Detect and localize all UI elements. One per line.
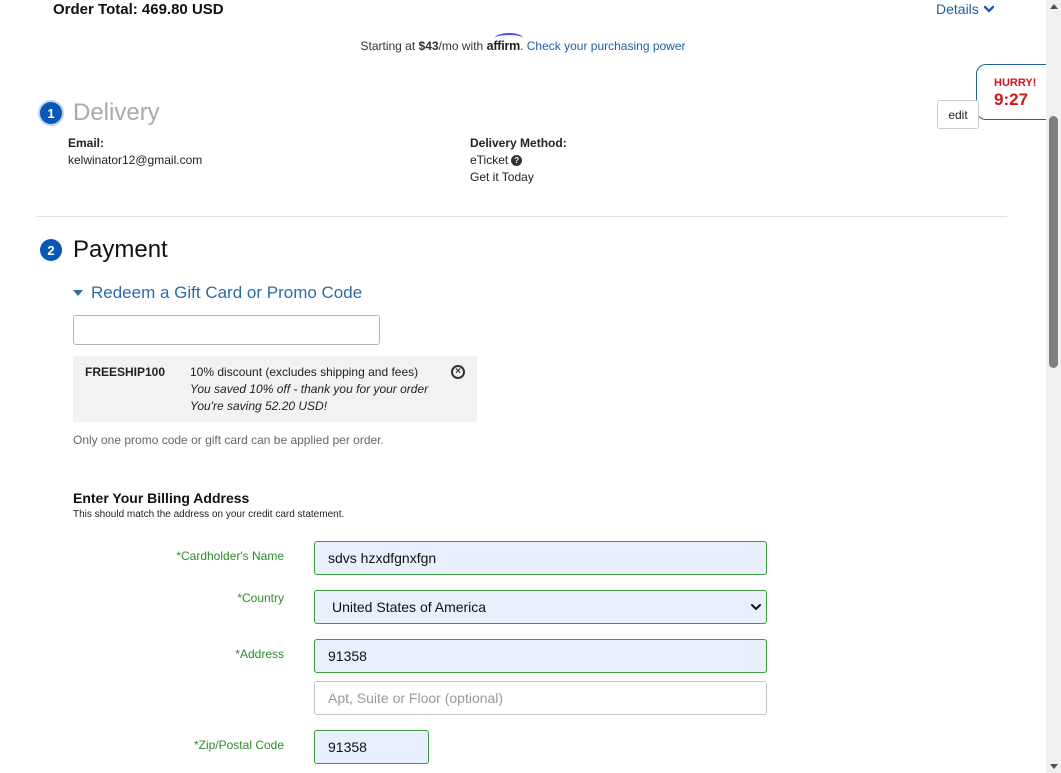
promo-note: Only one promo code or gift card can be … (73, 433, 384, 447)
chevron-down-icon (983, 5, 994, 13)
affirm-promo-line: Starting at $43/mo with affirm. Check yo… (0, 33, 1046, 53)
details-link[interactable]: Details (936, 1, 995, 17)
promo-saved-text: You saved 10% off - thank you for your o… (190, 382, 429, 396)
cardholder-name-field[interactable]: sdvs hzxdfgnxfgn (314, 541, 767, 575)
payment-title: Payment (73, 236, 168, 263)
billing-title: Enter Your Billing Address (73, 490, 250, 506)
affirm-amount: $43 (418, 39, 439, 53)
promo-code-input[interactable] (73, 315, 380, 345)
email-value: kelwinator12@gmail.com (68, 153, 203, 167)
edit-delivery-button[interactable]: edit (937, 100, 979, 129)
promo-description: 10% discount (excludes shipping and fees… (190, 365, 419, 379)
promo-toggle-label: Redeem a Gift Card or Promo Code (91, 283, 363, 302)
affirm-suffix: /mo with (438, 39, 487, 53)
scroll-down-icon[interactable] (1050, 764, 1058, 769)
step-badge-delivery: 1 (40, 102, 62, 124)
billing-subtitle: This should match the address on your cr… (73, 509, 345, 520)
delivery-method-text: eTicket (470, 153, 509, 167)
help-icon[interactable]: ? (511, 155, 523, 167)
delivery-title: Delivery (73, 99, 160, 126)
zip-field[interactable]: 91358 (314, 730, 429, 764)
delivery-method-label: Delivery Method: (470, 136, 567, 150)
address-label: *Address (235, 647, 284, 661)
promo-code-name: FREESHIP100 (85, 365, 166, 379)
affirm-arc-icon (494, 33, 523, 43)
address2-placeholder: Apt, Suite or Floor (optional) (328, 690, 504, 706)
applied-promo: FREESHIP100 10% discount (excludes shipp… (73, 356, 477, 422)
step-badge-payment: 2 (40, 239, 62, 261)
purchasing-power-link[interactable]: Check your purchasing power (527, 39, 686, 53)
zip-value: 91358 (328, 739, 367, 755)
address-value: 91358 (328, 648, 367, 664)
cardholder-name-value: sdvs hzxdfgnxfgn (328, 550, 437, 566)
promo-saving-text: You're saving 52.20 USD! (190, 399, 328, 413)
caret-down-icon (73, 290, 83, 296)
order-total: Order Total: 469.80 USD (53, 1, 224, 18)
country-select[interactable]: United States of America (314, 590, 767, 624)
address-field[interactable]: 91358 (314, 639, 767, 673)
remove-promo-icon[interactable]: × (451, 365, 465, 379)
affirm-prefix: Starting at (360, 39, 419, 53)
zip-label: *Zip/Postal Code (193, 738, 284, 752)
email-label: Email: (68, 136, 105, 150)
delivery-method-note: Get it Today (470, 170, 534, 184)
page-scrollbar[interactable] (1046, 0, 1061, 773)
chevron-down-icon (751, 604, 761, 610)
section-divider (37, 216, 1007, 217)
country-selected-value: United States of America (332, 599, 487, 615)
address2-field[interactable]: Apt, Suite or Floor (optional) (314, 681, 767, 715)
delivery-method-value: eTicket? (470, 153, 523, 167)
promo-toggle[interactable]: Redeem a Gift Card or Promo Code (73, 283, 362, 303)
affirm-logo: affirm (487, 33, 523, 53)
scroll-up-icon[interactable] (1050, 4, 1058, 9)
countdown-timer: HURRY! 9:27 (976, 64, 1056, 120)
country-label: *Country (237, 591, 284, 605)
cardholder-label: *Cardholder's Name (176, 549, 284, 563)
details-label: Details (936, 1, 979, 17)
scrollbar-thumb[interactable] (1049, 116, 1058, 368)
